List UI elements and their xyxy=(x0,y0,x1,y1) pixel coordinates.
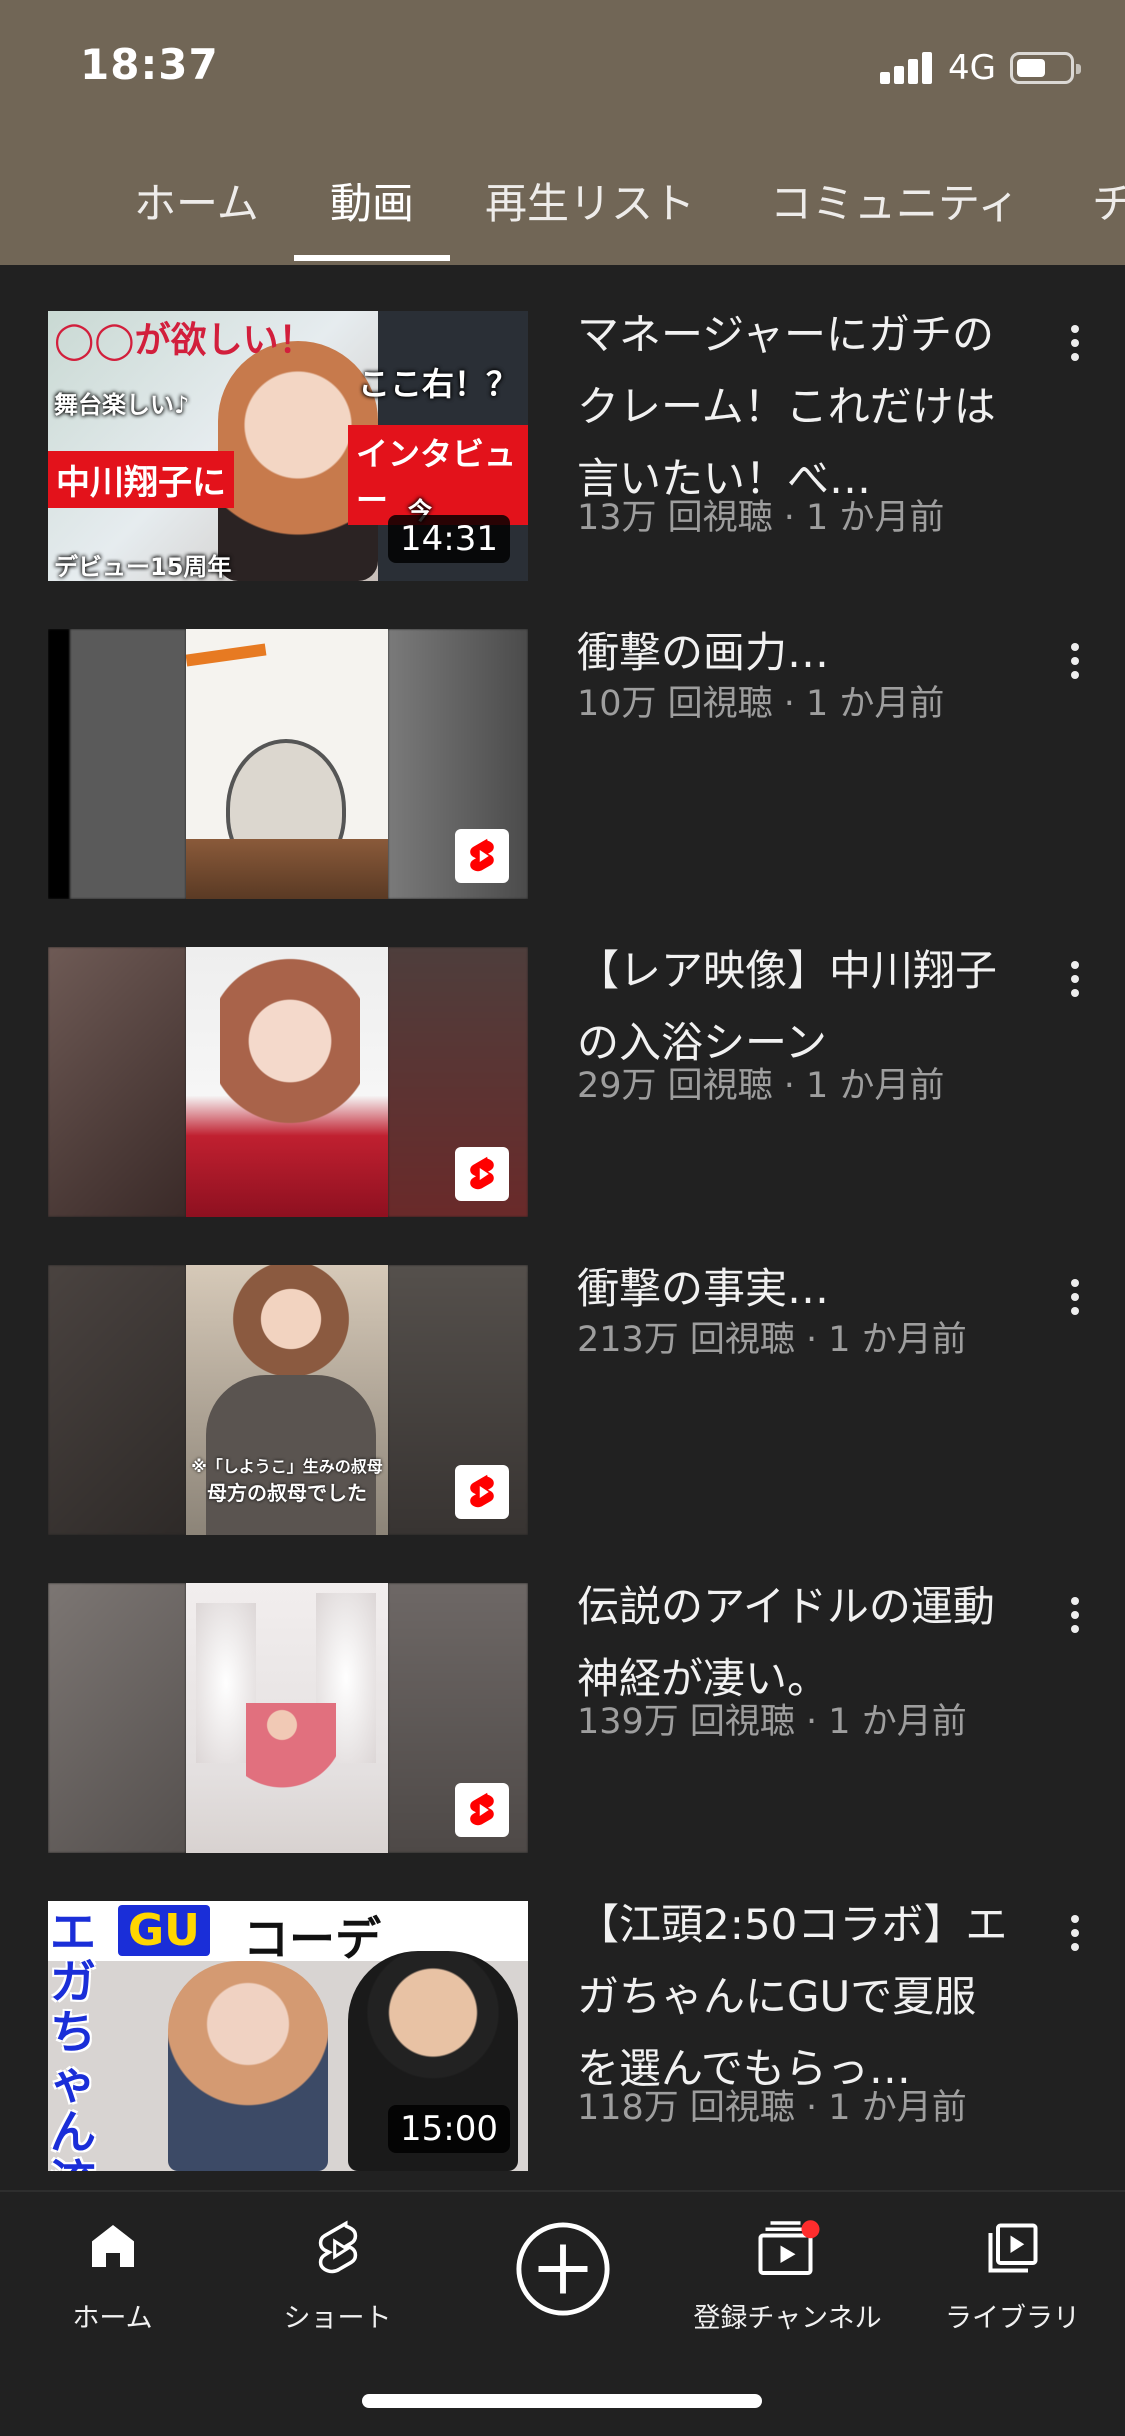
video-thumbnail[interactable] xyxy=(48,1583,528,1853)
home-icon xyxy=(85,2218,141,2278)
shorts-badge-icon xyxy=(455,1783,509,1837)
nav-create[interactable] xyxy=(450,2212,675,2342)
status-time: 18:37 xyxy=(80,40,219,89)
video-item: 伝説のアイドルの運動神経が凄い。 139万 回視聴 · 1 か月前 xyxy=(0,1582,1125,1853)
more-options-icon[interactable] xyxy=(1060,1909,1090,1961)
create-plus-icon xyxy=(514,2220,612,2322)
thumbnail-gu-logo: GU xyxy=(118,1905,210,1956)
nav-library-label: ライブラリ xyxy=(945,2303,1080,2334)
thumbnail-interview-banner: インタビュー xyxy=(348,425,528,525)
video-meta: 10万 回視聴 · 1 か月前 xyxy=(577,684,945,724)
shorts-badge-icon xyxy=(455,1465,509,1519)
battery-icon xyxy=(1010,52,1081,84)
thumbnail-right-tag: ここ右！？ xyxy=(358,365,519,403)
library-icon xyxy=(983,2218,1043,2282)
tab-channels[interactable]: チ xyxy=(1092,170,1125,231)
nav-subscriptions-label: 登録チャンネル xyxy=(693,2303,882,2334)
status-bar: 18:37 4G xyxy=(0,0,1125,140)
video-meta: 13万 回視聴 · 1 か月前 xyxy=(577,498,945,538)
thumbnail-caption-line1: ※「しようこ」生みの叔母 xyxy=(191,1457,383,1476)
shorts-badge-icon xyxy=(455,829,509,883)
video-duration: 14:31 xyxy=(388,515,510,563)
thumbnail-left-tag: 舞台楽しい♪ xyxy=(54,391,190,419)
tab-playlists[interactable]: 再生リスト xyxy=(485,170,695,231)
video-meta: 29万 回視聴 · 1 か月前 xyxy=(577,1066,945,1106)
video-item: 【レア映像】中川翔子の入浴シーン 29万 回視聴 · 1 か月前 xyxy=(0,946,1125,1217)
more-options-icon[interactable] xyxy=(1060,1273,1090,1325)
home-indicator[interactable] xyxy=(362,2394,762,2408)
channel-header: 18:37 4G ホーム 動画 再生リスト コミュニティ チ xyxy=(0,0,1125,265)
nav-home[interactable]: ホーム xyxy=(0,2212,225,2342)
nav-home-label: ホーム xyxy=(72,2303,153,2334)
video-item: 衝撃の画力… 10万 回視聴 · 1 か月前 xyxy=(0,628,1125,899)
network-type: 4G xyxy=(948,48,996,88)
nav-shorts-label: ショート xyxy=(283,2303,392,2334)
video-meta: 213万 回視聴 · 1 か月前 xyxy=(577,1320,967,1360)
more-options-icon[interactable] xyxy=(1060,319,1090,371)
video-duration: 15:00 xyxy=(388,2105,510,2153)
video-item: GU コーデ エガちゃん流 15:00 【江頭2:50コラボ】エガちゃんにGUで… xyxy=(0,1900,1125,2171)
nav-library[interactable]: ライブラリ xyxy=(900,2212,1125,2342)
thumbnail-name-banner: 中川翔子に xyxy=(48,451,234,508)
thumbnail-vertical-text: エガちゃん流 xyxy=(50,1905,96,2171)
video-thumbnail[interactable] xyxy=(48,947,528,1217)
cellular-signal-icon xyxy=(880,52,936,84)
more-options-icon[interactable] xyxy=(1060,637,1090,689)
subscriptions-icon xyxy=(753,2218,823,2282)
video-meta: 139万 回視聴 · 1 か月前 xyxy=(577,1702,967,1742)
video-thumbnail[interactable]: ◯◯が欲しい！ 舞台楽しい♪ ここ右！？ 中川翔子に インタビュー デビュー15… xyxy=(48,311,528,581)
thumbnail-caption-line2: 母方の叔母でした xyxy=(207,1481,367,1505)
shorts-badge-icon xyxy=(455,1147,509,1201)
video-thumbnail[interactable] xyxy=(48,629,528,899)
nav-shorts[interactable]: ショート xyxy=(225,2212,450,2342)
thumbnail-headline: ◯◯が欲しい！ xyxy=(54,320,315,361)
more-options-icon[interactable] xyxy=(1060,955,1090,1007)
video-title[interactable]: マネージャーにガチのクレーム！これだけは言いたい！べ… xyxy=(577,299,1017,515)
video-title[interactable]: 【江頭2:50コラボ】エガちゃんにGUで夏服を選んでもらっ… xyxy=(577,1889,1017,2105)
video-thumbnail[interactable]: ※「しようこ」生みの叔母 母方の叔母でした xyxy=(48,1265,528,1535)
more-options-icon[interactable] xyxy=(1060,1591,1090,1643)
tab-videos[interactable]: 動画 xyxy=(330,170,414,231)
active-tab-indicator xyxy=(294,255,450,261)
thumbnail-person xyxy=(168,1961,328,2171)
nav-subscriptions[interactable]: 登録チャンネル xyxy=(675,2212,900,2342)
video-item: ◯◯が欲しい！ 舞台楽しい♪ ここ右！？ 中川翔子に インタビュー デビュー15… xyxy=(0,310,1125,581)
thumbnail-footer: デビュー15周年 xyxy=(54,553,232,581)
tab-home[interactable]: ホーム xyxy=(134,170,259,231)
video-thumbnail[interactable]: GU コーデ エガちゃん流 15:00 xyxy=(48,1901,528,2171)
video-item: ※「しようこ」生みの叔母 母方の叔母でした 衝撃の事実… 213万 回視聴 · … xyxy=(0,1264,1125,1535)
channel-tabs: ホーム 動画 再生リスト コミュニティ チ xyxy=(0,150,1125,265)
screen: 18:37 4G ホーム 動画 再生リスト コミュニティ チ ◯◯が欲しい！ 舞… xyxy=(0,0,1125,2436)
video-meta: 118万 回視聴 · 1 か月前 xyxy=(577,2088,967,2128)
thumbnail-coordinate-text: コーデ xyxy=(243,1912,381,1966)
tab-community[interactable]: コミュニティ xyxy=(770,170,1019,231)
shorts-icon xyxy=(310,2218,366,2284)
